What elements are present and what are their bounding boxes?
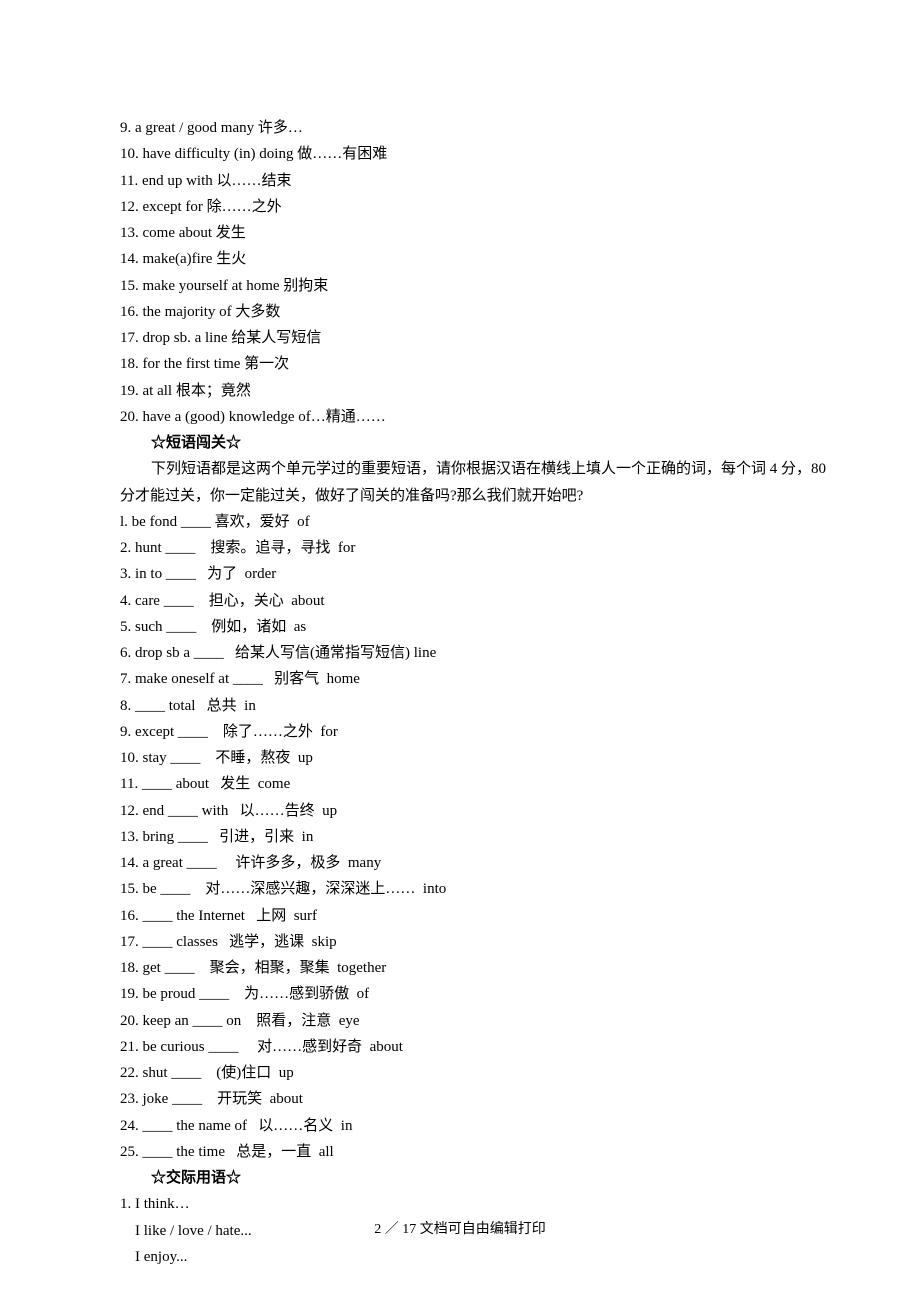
list-item: 10. have difficulty (in) doing 做……有困难 <box>120 141 800 167</box>
list-item: 8. ____ total 总共 in <box>120 693 800 719</box>
list-item: 22. shut ____ (使)住口 up <box>120 1060 800 1086</box>
list-item: 17. ____ classes 逃学，逃课 skip <box>120 929 800 955</box>
sub-list-item: I enjoy... <box>120 1244 800 1270</box>
list-item: 2. hunt ____ 搜索。追寻，寻找 for <box>120 535 800 561</box>
list-item: 14. make(a)fire 生火 <box>120 246 800 272</box>
section-intro: 下列短语都是这两个单元学过的重要短语，请你根据汉语在横线上填人一个正确的词，每个… <box>120 456 800 509</box>
list-item: 18. for the first time 第一次 <box>120 351 800 377</box>
list-item: 6. drop sb a ____ 给某人写信(通常指写短信) line <box>120 640 800 666</box>
list-item: 10. stay ____ 不睡，熬夜 up <box>120 745 800 771</box>
list-item: 9. except ____ 除了……之外 for <box>120 719 800 745</box>
list-item: 19. at all 根本；竟然 <box>120 378 800 404</box>
list-item: 15. be ____ 对……深感兴趣，深深迷上…… into <box>120 876 800 902</box>
list-item: 5. such ____ 例如，诸如 as <box>120 614 800 640</box>
list-item: 20. keep an ____ on 照看，注意 eye <box>120 1008 800 1034</box>
page-footer: 2 ／ 17 文档可自由编辑打印 <box>0 1218 920 1243</box>
list-item: 24. ____ the name of 以……名义 in <box>120 1113 800 1139</box>
list-item: 3. in to ____ 为了 order <box>120 561 800 587</box>
list-item: 20. have a (good) knowledge of…精通…… <box>120 404 800 430</box>
list-item: 17. drop sb. a line 给某人写短信 <box>120 325 800 351</box>
list-item: 7. make oneself at ____ 别客气 home <box>120 666 800 692</box>
paragraph-line: 下列短语都是这两个单元学过的重要短语，请你根据汉语在横线上填人一个正确的词，每个… <box>120 456 800 482</box>
phrase-fill-list: l. be fond ____ 喜欢，爱好 of 2. hunt ____ 搜索… <box>120 509 800 1165</box>
list-item: 16. the majority of 大多数 <box>120 299 800 325</box>
list-item: 13. bring ____ 引进，引来 in <box>120 824 800 850</box>
vocab-list-1: 9. a great / good many 许多… 10. have diff… <box>120 115 800 430</box>
section-heading-phrase-challenge: ☆短语闯关☆ <box>120 430 800 456</box>
list-item: 14. a great ____ 许许多多，极多 many <box>120 850 800 876</box>
list-item: 12. except for 除……之外 <box>120 194 800 220</box>
list-item: 11. ____ about 发生 come <box>120 771 800 797</box>
section-heading-communication: ☆交际用语☆ <box>120 1165 800 1191</box>
document-page: 9. a great / good many 许多… 10. have diff… <box>0 0 920 1302</box>
list-item: 19. be proud ____ 为……感到骄傲 of <box>120 981 800 1007</box>
list-item: 13. come about 发生 <box>120 220 800 246</box>
list-item: 12. end ____ with 以……告终 up <box>120 798 800 824</box>
list-item: l. be fond ____ 喜欢，爱好 of <box>120 509 800 535</box>
paragraph-line: 分才能过关，你一定能过关，做好了闯关的准备吗?那么我们就开始吧? <box>120 483 800 509</box>
list-item: 4. care ____ 担心，关心 about <box>120 588 800 614</box>
list-item: 21. be curious ____ 对……感到好奇 about <box>120 1034 800 1060</box>
list-item: 1. I think… <box>120 1191 800 1217</box>
list-item: 18. get ____ 聚会，相聚，聚集 together <box>120 955 800 981</box>
list-item: 15. make yourself at home 别拘束 <box>120 273 800 299</box>
list-item: 9. a great / good many 许多… <box>120 115 800 141</box>
list-item: 25. ____ the time 总是，一直 all <box>120 1139 800 1165</box>
list-item: 16. ____ the Internet 上网 surf <box>120 903 800 929</box>
list-item: 23. joke ____ 开玩笑 about <box>120 1086 800 1112</box>
list-item: 11. end up with 以……结束 <box>120 168 800 194</box>
